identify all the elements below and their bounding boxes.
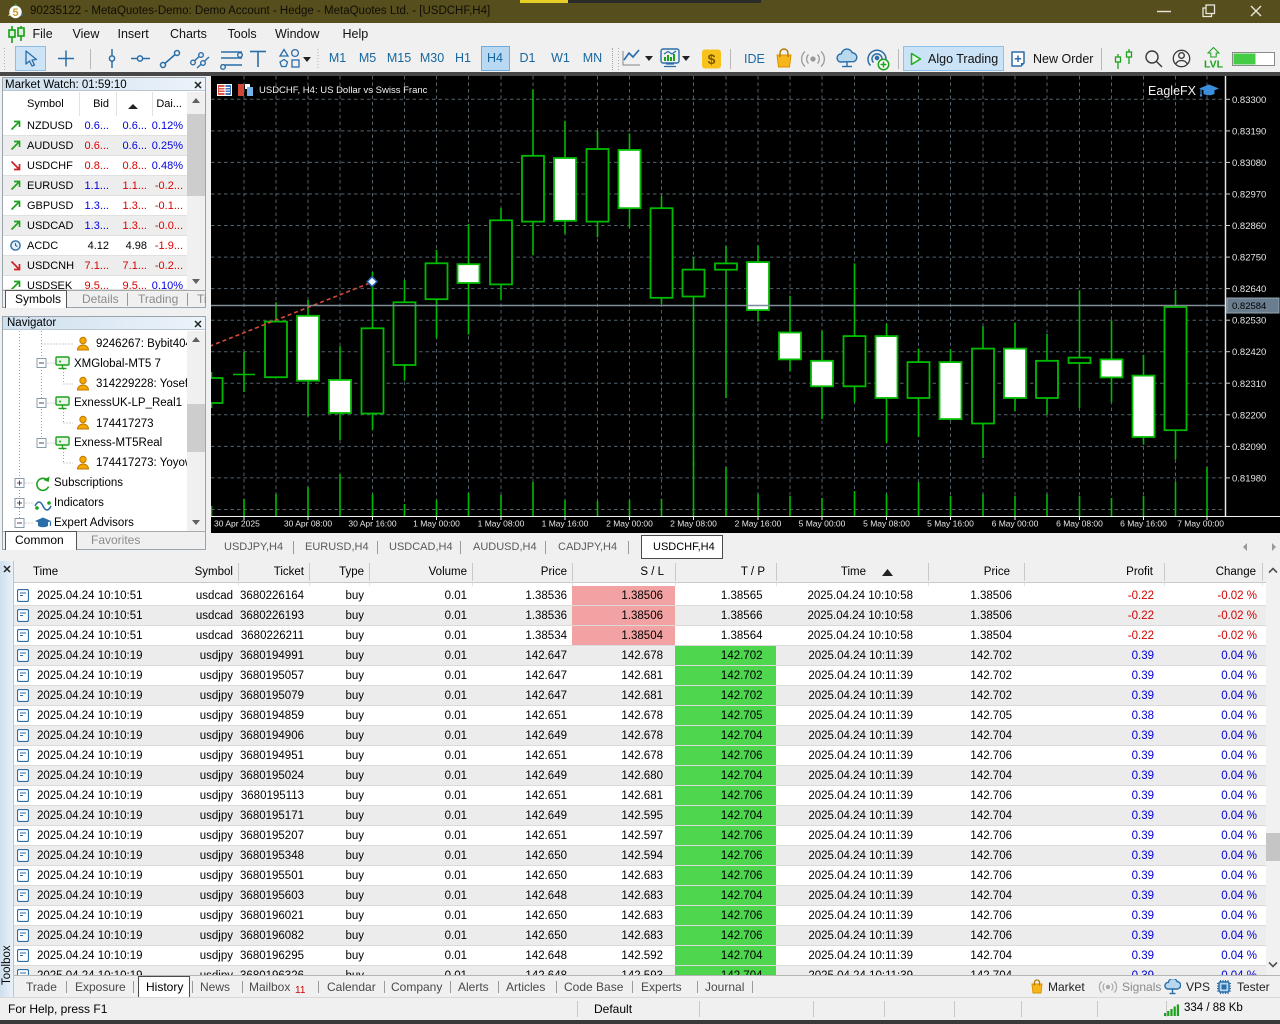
svg-text:EagleFX: EagleFX <box>1148 84 1197 98</box>
svg-text:7 May 00:00: 7 May 00:00 <box>1177 519 1224 529</box>
svg-text:0.82750: 0.82750 <box>1232 253 1266 264</box>
svg-text:0.82584: 0.82584 <box>1232 301 1266 312</box>
svg-text:0.83190: 0.83190 <box>1232 126 1266 137</box>
svg-text:$: $ <box>708 51 716 67</box>
svg-text:0.82310: 0.82310 <box>1232 379 1266 390</box>
svg-text:5: 5 <box>12 7 18 19</box>
svg-text:0.82090: 0.82090 <box>1232 442 1266 453</box>
svg-text:0.82420: 0.82420 <box>1232 347 1266 358</box>
svg-text:0.82860: 0.82860 <box>1232 221 1266 232</box>
svg-text:0.82970: 0.82970 <box>1232 190 1266 201</box>
svg-text:0.82640: 0.82640 <box>1232 284 1266 295</box>
svg-text:0.82200: 0.82200 <box>1232 410 1266 421</box>
svg-text:0.81980: 0.81980 <box>1232 473 1266 484</box>
svg-text:30 Apr 2025: 30 Apr 2025 <box>214 519 260 529</box>
svg-text:0.82530: 0.82530 <box>1232 316 1266 327</box>
svg-text:LVL: LVL <box>1204 59 1224 71</box>
svg-text:USDCHF, H4: US Dollar vs Swis: USDCHF, H4: US Dollar vs Swiss Franc <box>259 85 428 96</box>
svg-text:0.83080: 0.83080 <box>1232 158 1266 169</box>
svg-text:0.83300: 0.83300 <box>1232 95 1266 106</box>
svg-text:IDE: IDE <box>744 52 765 66</box>
